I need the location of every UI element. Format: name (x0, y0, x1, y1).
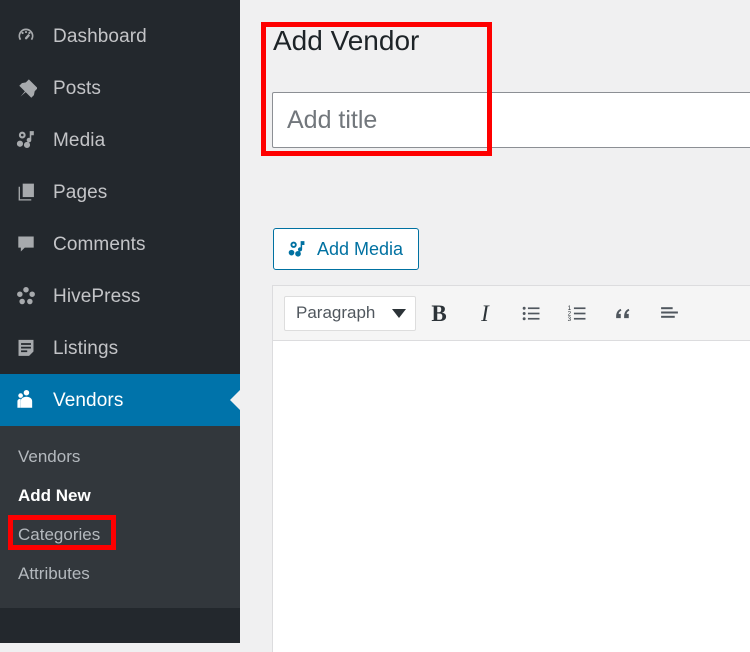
bulleted-list-button[interactable] (508, 293, 554, 333)
wordpress-admin-screen: Dashboard Posts Media Pages Comments Hiv… (0, 0, 750, 652)
sidebar-item-label: Comments (53, 233, 146, 255)
submenu-item-vendors[interactable]: Vendors (0, 438, 240, 477)
page-title: Add Vendor (273, 25, 420, 56)
listings-icon (14, 336, 38, 360)
sidebar-item-posts[interactable]: Posts (0, 62, 240, 114)
align-left-button[interactable] (646, 293, 692, 333)
admin-sidebar: Dashboard Posts Media Pages Comments Hiv… (0, 0, 240, 643)
bulleted-list-icon (521, 303, 542, 324)
add-media-icon (287, 239, 308, 260)
editor-toolbar: Paragraph B I 1 2 3 (273, 286, 750, 341)
chevron-down-icon (392, 308, 406, 318)
sidebar-item-vendors[interactable]: Vendors (0, 374, 240, 426)
sidebar-item-label: HivePress (53, 285, 141, 307)
add-media-label: Add Media (317, 238, 404, 259)
format-select[interactable]: Paragraph (284, 295, 416, 331)
submenu-item-categories[interactable]: Categories (0, 516, 240, 555)
sidebar-item-label: Media (53, 129, 106, 151)
bold-button[interactable]: B (416, 293, 462, 333)
sidebar-item-listings[interactable]: Listings (0, 322, 240, 374)
main-content: Add Vendor Add Media Paragraph B I (240, 0, 750, 652)
submenu-item-attributes[interactable]: Attributes (0, 555, 240, 594)
sidebar-item-label: Posts (53, 77, 102, 99)
media-icon (14, 128, 38, 152)
sidebar-item-media[interactable]: Media (0, 114, 240, 166)
pages-icon (14, 180, 38, 204)
add-media-button[interactable]: Add Media (273, 228, 420, 270)
sidebar-item-comments[interactable]: Comments (0, 218, 240, 270)
dashboard-icon (14, 24, 38, 48)
submenu-item-add-new[interactable]: Add New (0, 477, 240, 516)
hivepress-icon (14, 284, 38, 308)
sidebar-item-hivepress[interactable]: HivePress (0, 270, 240, 322)
italic-button[interactable]: I (462, 293, 508, 333)
pin-icon (14, 76, 38, 100)
svg-text:3: 3 (567, 316, 571, 323)
current-menu-arrow-icon (230, 389, 240, 411)
content-editor: Paragraph B I 1 2 3 (272, 285, 750, 652)
italic-glyph: I (481, 300, 489, 326)
align-left-icon (659, 303, 680, 324)
blockquote-button[interactable] (600, 293, 646, 333)
blockquote-icon (613, 303, 634, 324)
comment-icon (14, 232, 38, 256)
sidebar-item-label: Listings (53, 337, 119, 359)
sidebar-item-label: Dashboard (53, 25, 147, 47)
format-select-value: Paragraph (296, 303, 376, 322)
sidebar-item-label: Pages (53, 181, 108, 203)
sidebar-item-pages[interactable]: Pages (0, 166, 240, 218)
sidebar-item-dashboard[interactable]: Dashboard (0, 10, 240, 62)
bold-glyph: B (431, 300, 447, 326)
editor-content-area[interactable] (273, 341, 750, 652)
post-title-input[interactable] (272, 92, 750, 148)
numbered-list-icon: 1 2 3 (567, 303, 588, 324)
sidebar-item-label: Vendors (53, 389, 124, 411)
vendors-submenu: Vendors Add New Categories Attributes (0, 426, 240, 608)
numbered-list-button[interactable]: 1 2 3 (554, 293, 600, 333)
vendors-icon (14, 388, 38, 412)
